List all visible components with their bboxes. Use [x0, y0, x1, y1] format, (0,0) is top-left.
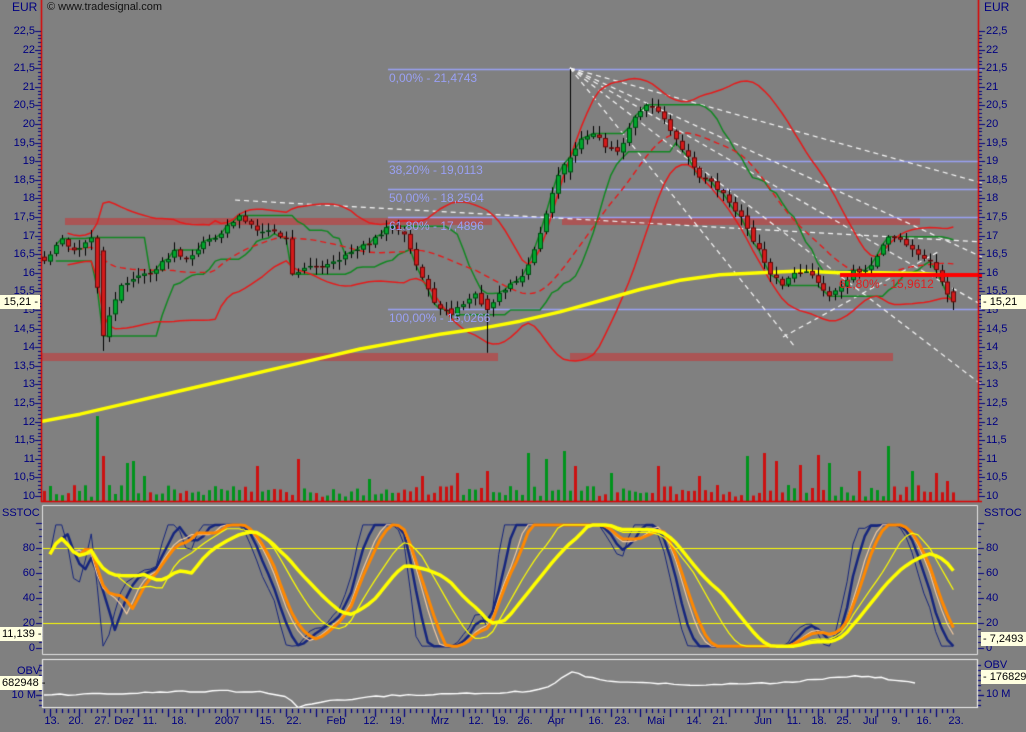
price-axis-label: 10 [986, 490, 998, 503]
price-axis-label: 19 [986, 155, 998, 168]
price-axis-label: 16,5 [1, 248, 35, 261]
date-axis-label: 22. [272, 715, 316, 727]
date-axis-label: 2007 [205, 715, 249, 727]
price-axis-label: 18 [1, 192, 35, 205]
price-axis-label: 12,5 [1, 397, 35, 410]
sstoc-axis-label: 80 [986, 542, 998, 555]
price-axis-label: 12 [986, 416, 998, 429]
sstoc-axis-label: 40 [1, 592, 35, 605]
price-axis-label: 22,5 [986, 25, 1007, 38]
fib-level-100-label: 100,00% - 15,0266 [389, 311, 490, 325]
price-axis-label: 17,5 [986, 211, 1007, 224]
sstoc-axis-label: 60 [1, 567, 35, 580]
sstoc-axis-label: 60 [986, 567, 998, 580]
price-axis-label: 22 [986, 44, 998, 57]
sstoc-value-marker-right: - 7,2493 [981, 632, 1026, 646]
price-axis-label: 11,5 [986, 434, 1007, 447]
price-axis-label: 11 [986, 453, 997, 466]
price-axis-label: 16 [1, 267, 35, 280]
date-axis-label: 21. [698, 715, 742, 727]
price-axis-label: 13 [986, 378, 998, 391]
price-axis-label: 10,5 [986, 471, 1007, 484]
sstoc-axis-label: 0 [1, 642, 35, 655]
fib-level-38-label: 38,20% - 19,0113 [389, 163, 483, 177]
obv-scale-label-left: 10 M [2, 689, 36, 702]
price-axis-label: 17,5 [1, 211, 35, 224]
last-price-marker-left: 15,21 - [0, 295, 40, 309]
price-axis-label: 21 [986, 81, 998, 94]
price-axis-label: 17 [986, 230, 998, 243]
price-axis-label: 21,5 [1, 62, 35, 75]
price-axis-label: 20 [986, 118, 998, 131]
price-axis-label: 12,5 [986, 397, 1007, 410]
price-axis-label: 14,5 [986, 323, 1007, 336]
price-axis-label: 20,5 [1, 99, 35, 112]
price-axis-label: 13,5 [986, 360, 1007, 373]
price-axis-label: 18 [986, 192, 998, 205]
price-axis-label: 16,5 [986, 248, 1007, 261]
copyright-text: © www.tradesignal.com [47, 1, 162, 14]
price-axis-label: 14,5 [1, 323, 35, 336]
fib-level-0-label: 0,00% - 21,4743 [389, 71, 477, 85]
price-axis-label: 17 [1, 230, 35, 243]
currency-axis-label-right: EUR [984, 1, 1009, 14]
price-axis-label: 19,5 [986, 137, 1007, 150]
price-axis-label: 20,5 [986, 99, 1007, 112]
price-axis-label: 19,5 [1, 137, 35, 150]
price-axis-label: 11,5 [1, 434, 35, 447]
price-axis-label: 14 [986, 341, 998, 354]
sstoc-title-right: SSTOC [984, 507, 1022, 520]
obv-scale-label-right: 10 M [986, 688, 1010, 701]
price-axis-label: 21 [1, 81, 35, 94]
date-axis-label: 19. [375, 715, 419, 727]
date-axis-label: 23. [934, 715, 978, 727]
trading-chart-window: © www.tradesignal.com EUR EUR 0,00% - 21… [0, 0, 1026, 732]
sstoc-axis-label: 20 [986, 617, 998, 630]
price-axis-label: 10,5 [1, 471, 35, 484]
last-price-marker-right: - 15,21 [981, 295, 1026, 309]
price-axis-label: 21,5 [986, 62, 1007, 75]
sstoc-title-left: SSTOC [2, 507, 40, 520]
price-axis-label: 10 [1, 490, 35, 503]
price-axis-label: 20 [1, 118, 35, 131]
price-axis-label: 22,5 [1, 25, 35, 38]
obv-value-marker-left: 682948 - [0, 676, 42, 690]
price-axis-label: 12 [1, 416, 35, 429]
price-axis-label: 11 [1, 453, 35, 466]
price-axis-label: 18,5 [986, 174, 1007, 187]
sstoc-value-marker-left: 11,139 - [0, 627, 42, 641]
price-axis-label: 19 [1, 155, 35, 168]
date-axis-label: Apr [534, 715, 578, 727]
price-axis-label: 13 [1, 378, 35, 391]
sstoc-axis-label: 80 [1, 542, 35, 555]
price-axis-label: 16 [986, 267, 998, 280]
price-chart-canvas[interactable] [0, 0, 1026, 732]
sstoc-axis-label: 40 [986, 592, 998, 605]
date-axis-label: 18. [157, 715, 201, 727]
fib-level-61-label: 61,80% - 17,4896 [389, 219, 484, 233]
resistance-level-label: 61,80% - 15,9612 [839, 277, 934, 291]
fib-level-50-label: 50,00% - 18,2504 [389, 191, 484, 205]
price-axis-label: 18,5 [1, 174, 35, 187]
obv-value-marker-right: - 1768294 [981, 670, 1026, 684]
price-axis-label: 13,5 [1, 360, 35, 373]
currency-axis-label-left: EUR [12, 1, 37, 14]
price-axis-label: 14 [1, 341, 35, 354]
price-axis-label: 22 [1, 44, 35, 57]
